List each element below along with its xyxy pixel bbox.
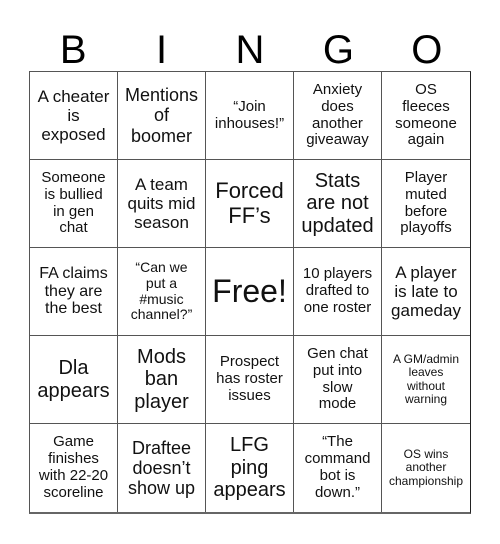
header-letter-g: G (322, 28, 354, 72)
bingo-cell-text: A team quits mid season (127, 174, 196, 233)
bingo-cell-text: Draftee doesn’t show up (127, 437, 196, 499)
bingo-cell-text: Someone is bullied in gen chat (41, 168, 106, 237)
bingo-cell[interactable]: Gen chat put into slow mode (294, 336, 382, 424)
bingo-cell-text: Player muted before playoffs (400, 168, 452, 237)
header-letter-o: O (411, 28, 443, 72)
bingo-cell[interactable]: Game finishes with 22-20 scoreline (30, 424, 118, 512)
bingo-cell-text: Game finishes with 22-20 scoreline (38, 433, 109, 501)
bingo-cell[interactable]: Prospect has roster issues (206, 336, 294, 424)
bingo-cell-text: Mods ban player (134, 345, 189, 413)
bingo-cell[interactable]: “The command bot is down.” (294, 424, 382, 512)
bingo-cell[interactable]: OS wins another championship (382, 424, 470, 512)
bingo-cell-text: 10 players drafted to one roster (302, 265, 373, 316)
bingo-cell[interactable]: Mods ban player (118, 336, 206, 424)
free-space-cell[interactable]: Free! (206, 248, 294, 336)
header-letter-b: B (59, 28, 87, 72)
bingo-cell-text: Free! (212, 272, 287, 309)
bingo-cell-text: Mentions of boomer (124, 85, 199, 146)
bingo-cell-text: LFG ping appears (213, 434, 286, 502)
bingo-cell-text: Prospect has roster issues (216, 353, 283, 404)
bingo-cell-text: “The command bot is down.” (304, 433, 371, 501)
bingo-card-grid: A cheater is exposed Mentions of boomer “J… (29, 71, 471, 514)
bingo-cell[interactable]: A player is late to gameday (382, 248, 470, 336)
bingo-cell-text: Gen chat put into slow mode (307, 344, 368, 413)
bingo-cell[interactable]: Someone is bullied in gen chat (30, 160, 118, 248)
bingo-cell[interactable]: Player muted before playoffs (382, 160, 470, 248)
bingo-cell[interactable]: 10 players drafted to one roster (294, 248, 382, 336)
bingo-cell-text: Forced FF’s (215, 177, 284, 228)
header-letter-i: I (156, 28, 168, 72)
bingo-cell-text: OS wins another championship (388, 446, 464, 488)
bingo-cell[interactable]: LFG ping appears (206, 424, 294, 512)
bingo-cell-text: A player is late to gameday (391, 262, 461, 321)
bingo-cell-text: A GM/admin leaves without warning (392, 351, 460, 406)
bingo-cell[interactable]: OS fleeces someone again (382, 72, 470, 160)
bingo-cell-text: “Join inhouses!” (214, 97, 285, 132)
bingo-cell-text: Stats are not updated (301, 169, 374, 237)
bingo-cell[interactable]: “Can we put a #music channel?” (118, 248, 206, 336)
bingo-cell[interactable]: “Join inhouses!” (206, 72, 294, 160)
bingo-cell-text: Dla appears (37, 357, 110, 402)
bingo-cell[interactable]: Dla appears (30, 336, 118, 424)
bingo-cell[interactable]: A team quits mid season (118, 160, 206, 248)
bingo-cell-text: OS fleeces someone again (395, 80, 457, 149)
header-letter-n: N (235, 28, 265, 72)
bingo-cell[interactable]: Forced FF’s (206, 160, 294, 248)
bingo-header: B I N G O (29, 28, 471, 72)
bingo-cell-text: FA claims they are the best (39, 264, 108, 318)
bingo-cell-text: A cheater is exposed (37, 86, 110, 145)
bingo-cell[interactable]: Stats are not updated (294, 160, 382, 248)
bingo-cell[interactable]: Draftee doesn’t show up (118, 424, 206, 512)
bingo-cell[interactable]: FA claims they are the best (30, 248, 118, 336)
bingo-cell[interactable]: A cheater is exposed (30, 72, 118, 160)
bingo-cell[interactable]: Mentions of boomer (118, 72, 206, 160)
bingo-cell[interactable]: Anxiety does another giveaway (294, 72, 382, 160)
bingo-cell[interactable]: A GM/admin leaves without warning (382, 336, 470, 424)
bingo-cell-text: Anxiety does another giveaway (306, 80, 369, 149)
bingo-cell-text: “Can we put a #music channel?” (130, 259, 193, 323)
